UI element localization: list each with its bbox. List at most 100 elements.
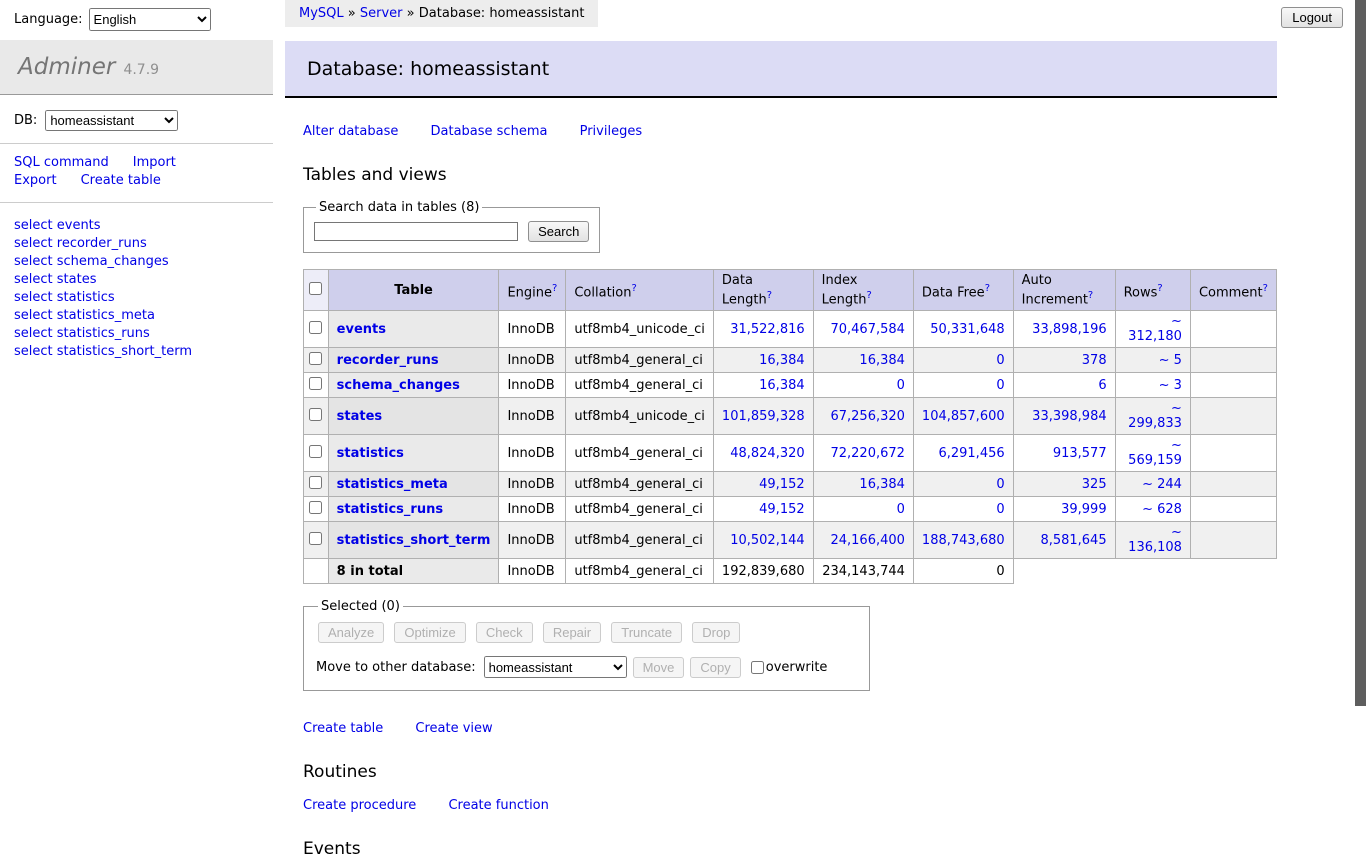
create-procedure-link[interactable]: Create procedure [303, 798, 416, 813]
sidebar-link-sql-command[interactable]: SQL command [14, 155, 109, 170]
cell-rows-link[interactable]: ~ 312,180 [1128, 314, 1182, 344]
cell-index-length-link[interactable]: 16,384 [859, 353, 905, 368]
cell-rows-link[interactable]: ~ 5 [1159, 353, 1182, 368]
move-button[interactable]: Move [632, 656, 685, 678]
cell-auto-increment-link[interactable]: 39,999 [1061, 502, 1107, 517]
row-checkbox[interactable] [309, 444, 323, 458]
cell-data-free-link[interactable]: 0 [996, 353, 1004, 368]
auto-increment-help-link[interactable]: ? [1088, 290, 1093, 301]
table-link-statistics-runs[interactable]: statistics_runs [337, 502, 443, 517]
cell-rows-link[interactable]: ~ 136,108 [1128, 525, 1182, 555]
cell-data-length-link[interactable]: 49,152 [759, 502, 805, 517]
sidebar-item-select-statistics[interactable]: select statistics [14, 289, 273, 307]
scrollbar-thumb[interactable] [1355, 0, 1366, 706]
database-schema-link[interactable]: Database schema [431, 124, 548, 139]
create-table-link[interactable]: Create table [303, 721, 383, 736]
cell-auto-increment-link[interactable]: 33,398,984 [1032, 409, 1106, 424]
db-select[interactable]: homeassistant [45, 110, 179, 131]
move-database-select[interactable]: homeassistant [483, 656, 627, 679]
sidebar-item-select-events[interactable]: select events [14, 217, 273, 235]
search-button[interactable]: Search [528, 221, 590, 242]
cell-index-length-link[interactable]: 72,220,672 [830, 446, 904, 461]
cell-data-free-link[interactable]: 0 [996, 477, 1004, 492]
check-button[interactable]: Check [475, 622, 533, 644]
table-link-events[interactable]: events [337, 322, 386, 337]
cell-rows-link[interactable]: ~ 3 [1159, 378, 1182, 393]
cell-index-length-link[interactable]: 70,467,584 [830, 322, 904, 337]
row-checkbox[interactable] [309, 531, 323, 545]
table-link-statistics-short-term[interactable]: statistics_short_term [337, 533, 491, 548]
sidebar-link-export[interactable]: Export [14, 173, 57, 188]
cell-index-length-link[interactable]: 24,166,400 [830, 533, 904, 548]
cell-data-length-link[interactable]: 16,384 [759, 353, 805, 368]
sidebar-link-create-table[interactable]: Create table [81, 173, 161, 188]
drop-button[interactable]: Drop [692, 622, 741, 644]
alter-database-link[interactable]: Alter database [303, 124, 398, 139]
cell-data-length-link[interactable]: 101,859,328 [722, 409, 805, 424]
cell-data-free-link[interactable]: 50,331,648 [930, 322, 1004, 337]
sidebar-item-select-states[interactable]: select states [14, 271, 273, 289]
cell-rows-link[interactable]: ~ 569,159 [1128, 438, 1182, 468]
row-checkbox[interactable] [309, 376, 323, 390]
sidebar-item-select-schema-changes[interactable]: select schema_changes [14, 253, 273, 271]
sidebar-link-import[interactable]: Import [133, 155, 176, 170]
cell-data-length-link[interactable]: 49,152 [759, 477, 805, 492]
breadcrumb-mysql-link[interactable]: MySQL [299, 6, 344, 21]
table-link-recorder-runs[interactable]: recorder_runs [337, 353, 439, 368]
logout-button[interactable]: Logout [1281, 7, 1343, 28]
cell-data-free-link[interactable]: 0 [996, 378, 1004, 393]
row-checkbox[interactable] [309, 407, 323, 421]
cell-auto-increment-link[interactable]: 913,577 [1053, 446, 1107, 461]
create-view-link[interactable]: Create view [415, 721, 492, 736]
sidebar-item-select-statistics-short-term[interactable]: select statistics_short_term [14, 343, 273, 361]
row-checkbox[interactable] [309, 500, 323, 514]
language-select[interactable]: English [88, 8, 211, 31]
table-link-schema-changes[interactable]: schema_changes [337, 378, 460, 393]
cell-auto-increment-link[interactable]: 6 [1098, 378, 1106, 393]
cell-data-free-link[interactable]: 188,743,680 [922, 533, 1005, 548]
cell-auto-increment-link[interactable]: 378 [1082, 353, 1107, 368]
cell-data-free-link[interactable]: 104,857,600 [922, 409, 1005, 424]
page-scrollbar[interactable] [1355, 0, 1366, 768]
row-checkbox[interactable] [309, 475, 323, 489]
rows-help-link[interactable]: ? [1157, 283, 1162, 294]
optimize-button[interactable]: Optimize [394, 622, 466, 644]
cell-rows-link[interactable]: ~ 628 [1142, 502, 1182, 517]
data-free-help-link[interactable]: ? [985, 283, 990, 294]
privileges-link[interactable]: Privileges [580, 124, 643, 139]
create-function-link[interactable]: Create function [448, 798, 548, 813]
sidebar-item-select-statistics-runs[interactable]: select statistics_runs [14, 325, 273, 343]
cell-auto-increment-link[interactable]: 8,581,645 [1040, 533, 1106, 548]
cell-data-length-link[interactable]: 10,502,144 [730, 533, 804, 548]
truncate-button[interactable]: Truncate [611, 622, 683, 644]
table-link-states[interactable]: states [337, 409, 383, 424]
sidebar-item-select-recorder-runs[interactable]: select recorder_runs [14, 235, 273, 253]
index-length-help-link[interactable]: ? [866, 290, 871, 301]
cell-auto-increment-link[interactable]: 325 [1082, 477, 1107, 492]
row-checkbox[interactable] [309, 351, 323, 365]
cell-index-length-link[interactable]: 16,384 [859, 477, 905, 492]
cell-data-free-link[interactable]: 6,291,456 [938, 446, 1004, 461]
cell-rows-link[interactable]: ~ 299,833 [1128, 401, 1182, 431]
cell-data-length-link[interactable]: 48,824,320 [730, 446, 804, 461]
cell-data-length-link[interactable]: 31,522,816 [730, 322, 804, 337]
cell-auto-increment-link[interactable]: 33,898,196 [1032, 322, 1106, 337]
analyze-button[interactable]: Analyze [318, 622, 385, 644]
sidebar-item-select-statistics-meta[interactable]: select statistics_meta [14, 307, 273, 325]
cell-index-length-link[interactable]: 0 [897, 378, 905, 393]
cell-data-length-link[interactable]: 16,384 [759, 378, 805, 393]
cell-index-length-link[interactable]: 0 [897, 502, 905, 517]
repair-button[interactable]: Repair [542, 622, 602, 644]
cell-index-length-link[interactable]: 67,256,320 [830, 409, 904, 424]
row-checkbox[interactable] [309, 320, 323, 334]
table-link-statistics-meta[interactable]: statistics_meta [337, 477, 448, 492]
table-link-statistics[interactable]: statistics [337, 446, 404, 461]
breadcrumb-server-link[interactable]: Server [360, 6, 403, 21]
comment-help-link[interactable]: ? [1263, 283, 1268, 294]
data-length-help-link[interactable]: ? [767, 290, 772, 301]
copy-button[interactable]: Copy [690, 656, 741, 678]
engine-help-link[interactable]: ? [552, 283, 557, 294]
collation-help-link[interactable]: ? [631, 283, 636, 294]
cell-rows-link[interactable]: ~ 244 [1142, 477, 1182, 492]
cell-data-free-link[interactable]: 0 [996, 502, 1004, 517]
